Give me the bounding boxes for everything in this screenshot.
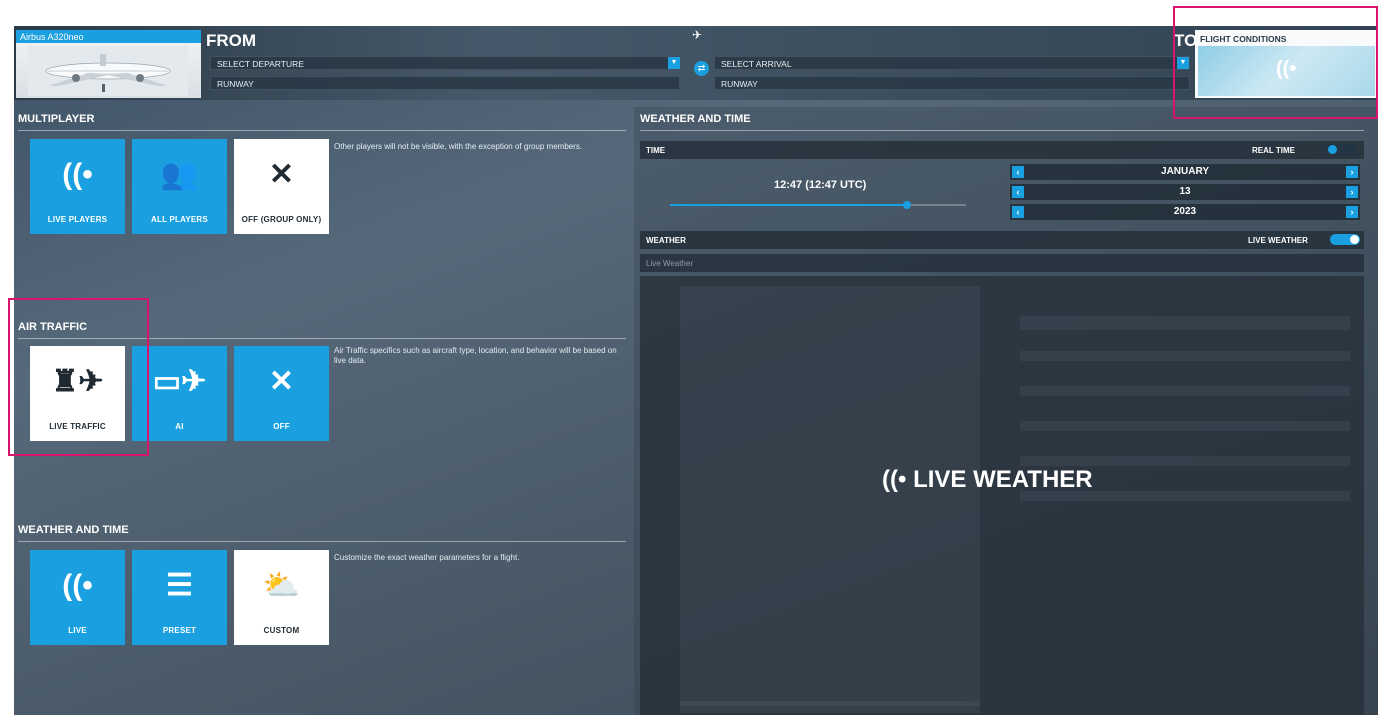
air-traffic-title: AIR TRAFFIC: [18, 321, 88, 333]
live-weather-overlay-text: LIVE WEATHER: [913, 466, 1093, 493]
day-next-icon[interactable]: ›: [1346, 186, 1358, 198]
add-layer-placeholder: [680, 701, 980, 713]
flight-conditions-card[interactable]: FLIGHT CONDITIONS ((•: [1195, 30, 1378, 98]
toggle-knob: [1328, 145, 1337, 154]
air-traffic-option-label: LIVE TRAFFIC: [49, 422, 106, 431]
weather-time-description: Customize the exact weather parameters f…: [334, 553, 520, 562]
air-traffic-option-live-traffic[interactable]: ♜✈ LIVE TRAFFIC: [30, 346, 125, 441]
to-label: TO: [1174, 31, 1198, 50]
route-plane-icon: ✈: [692, 28, 703, 42]
multiplayer-description: Other players will not be visible, with …: [334, 142, 583, 151]
month-next-icon[interactable]: ›: [1346, 166, 1358, 178]
year-selector: ‹ 2023 ›: [1010, 204, 1360, 220]
multiplayer-option-live-players[interactable]: ((• LIVE PLAYERS: [30, 139, 125, 234]
aircraft-image: [28, 46, 188, 96]
departure-select[interactable]: SELECT DEPARTURE: [210, 56, 680, 70]
monitor-plane-icon: ▭✈: [152, 365, 207, 398]
sliders-icon: ☰: [166, 569, 193, 602]
arrival-runway-field[interactable]: RUNWAY: [714, 76, 1190, 90]
time-value: 12:47 (12:47 UTC): [774, 179, 867, 191]
arrival-select[interactable]: SELECT ARRIVAL: [714, 56, 1190, 70]
air-traffic-option-label: OFF: [273, 422, 290, 431]
setting-placeholder: [1020, 421, 1350, 431]
weather-option-preset[interactable]: ☰ PRESET: [132, 550, 227, 645]
live-signal-icon: ((•: [882, 466, 907, 493]
multiplayer-option-all-players[interactable]: 👥 ALL PLAYERS: [132, 139, 227, 234]
setting-placeholder: [1020, 351, 1350, 361]
air-traffic-option-ai[interactable]: ▭✈ AI: [132, 346, 227, 441]
setting-placeholder: [1020, 316, 1350, 330]
air-traffic-description: Air Traffic specifics such as aircraft t…: [334, 346, 617, 365]
weather-option-label: CUSTOM: [263, 626, 300, 635]
day-prev-icon[interactable]: ‹: [1012, 186, 1024, 198]
real-time-label: REAL TIME: [1252, 146, 1295, 155]
departure-runway-field[interactable]: RUNWAY: [210, 76, 680, 90]
year-next-icon[interactable]: ›: [1346, 206, 1358, 218]
live-signal-icon: ((•: [1276, 58, 1297, 80]
time-slider-handle[interactable]: [902, 201, 911, 209]
live-weather-label: LIVE WEATHER: [1248, 236, 1308, 245]
from-label: FROM: [206, 31, 257, 50]
time-slider[interactable]: [670, 201, 966, 209]
day-selector: ‹ 13 ›: [1010, 184, 1360, 200]
day-value: 13: [1179, 186, 1191, 197]
weather-time-panel-divider: [640, 130, 1364, 131]
close-icon: ✕: [268, 158, 295, 191]
live-signal-icon: ((•: [62, 158, 93, 191]
flight-route-header: Airbus A320neo FROM TO ✈ SELECT DEPARTUR…: [14, 26, 1378, 100]
flight-setup-screen: Airbus A320neo FROM TO ✈ SELECT DEPARTUR…: [14, 26, 1378, 715]
weather-option-label: LIVE: [68, 626, 87, 635]
live-weather-toggle[interactable]: [1330, 234, 1360, 245]
real-time-toggle[interactable]: [1326, 144, 1356, 155]
multiplayer-divider: [18, 130, 626, 131]
multiplayer-title: MULTIPLAYER: [18, 113, 95, 125]
aircraft-card[interactable]: Airbus A320neo: [16, 30, 201, 98]
toggle-knob: [1350, 235, 1359, 244]
setting-placeholder: [1020, 456, 1350, 466]
year-prev-icon[interactable]: ‹: [1012, 206, 1024, 218]
weather-option-label: PRESET: [162, 626, 197, 635]
tower-plane-icon: ♜✈: [51, 365, 104, 398]
sun-cloud-icon: ⛅: [262, 569, 301, 602]
weather-label: WEATHER: [646, 236, 686, 245]
air-traffic-divider: [18, 338, 626, 339]
air-traffic-option-label: AI: [175, 422, 184, 431]
weather-option-live[interactable]: ((• LIVE: [30, 550, 125, 645]
close-icon: ✕: [268, 365, 295, 398]
month-selector: ‹ JANUARY ›: [1010, 164, 1360, 180]
flight-conditions-title: FLIGHT CONDITIONS: [1200, 34, 1287, 44]
flight-conditions-preview: ((•: [1198, 46, 1375, 96]
month-prev-icon[interactable]: ‹: [1012, 166, 1024, 178]
multiplayer-option-off[interactable]: ✕ OFF (GROUP ONLY): [234, 139, 329, 234]
weather-preset-select[interactable]: Live Weather: [640, 254, 1364, 272]
month-value: JANUARY: [1161, 166, 1209, 177]
multiplayer-option-label: LIVE PLAYERS: [47, 215, 108, 224]
weather-settings-area: [640, 276, 1364, 715]
weather-time-divider: [18, 541, 626, 542]
departure-dropdown-icon[interactable]: ▼: [668, 57, 680, 69]
air-traffic-option-off[interactable]: ✕ OFF: [234, 346, 329, 441]
weather-option-custom[interactable]: ⛅ CUSTOM: [234, 550, 329, 645]
setting-placeholder: [1020, 386, 1350, 396]
time-label: TIME: [646, 146, 666, 155]
arrival-dropdown-icon[interactable]: ▼: [1177, 57, 1189, 69]
year-value: 2023: [1173, 206, 1197, 217]
live-weather-overlay: ((• LIVE WEATHER: [882, 466, 1093, 494]
swap-icon[interactable]: ⇄: [694, 61, 709, 76]
multiplayer-option-label: ALL PLAYERS: [151, 215, 208, 224]
altitude-chart-placeholder: [680, 286, 980, 706]
weather-time-panel-title: WEATHER AND TIME: [640, 113, 751, 125]
live-signal-icon: ((•: [62, 569, 93, 602]
aircraft-name: Airbus A320neo: [16, 30, 201, 43]
weather-time-title: WEATHER AND TIME: [18, 524, 129, 536]
time-slider-fill: [670, 204, 907, 206]
multiplayer-option-label: OFF (GROUP ONLY): [241, 215, 322, 224]
users-icon: 👥: [160, 158, 199, 191]
